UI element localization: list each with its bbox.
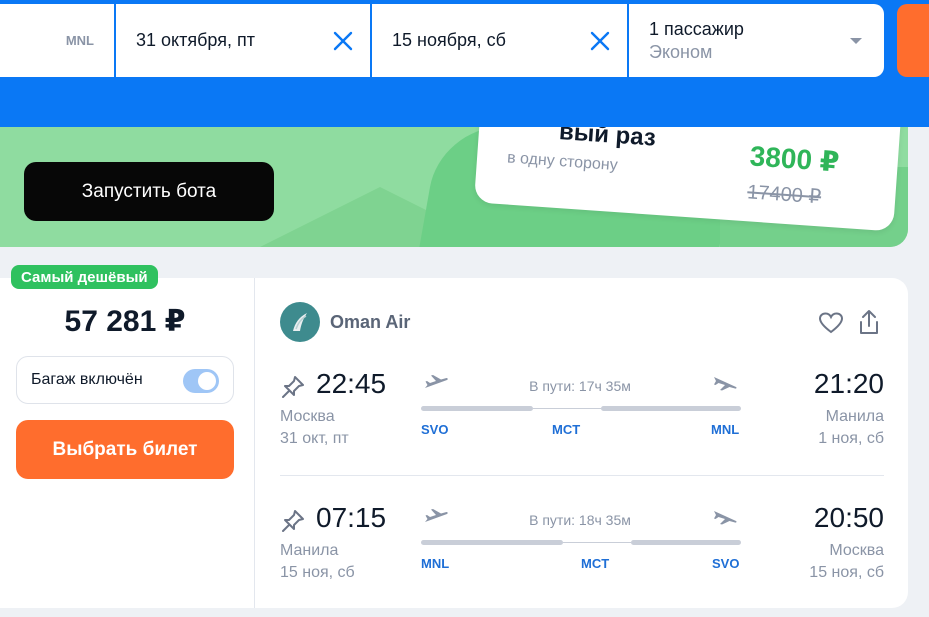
destination-field[interactable]: MNL xyxy=(0,4,116,77)
route-segment xyxy=(601,406,741,411)
return-date-value: 15 ноября, сб xyxy=(392,30,506,50)
cheapest-badge: Самый дешёвый xyxy=(11,265,158,289)
passengers-field[interactable]: 1 пассажир Эконом xyxy=(629,4,884,77)
arrival-city: Манила xyxy=(825,408,884,425)
travel-duration: В пути: 17ч 35м xyxy=(529,378,631,394)
airport-code: MNL xyxy=(711,422,740,437)
pin-icon[interactable] xyxy=(280,374,306,400)
airline-info: Oman Air xyxy=(280,302,410,342)
search-bar: MNL 31 октября, пт 15 ноября, сб 1 пасса… xyxy=(0,4,884,77)
passengers-count: 1 пассажир xyxy=(649,18,744,39)
flight-leg-outbound: 22:45 Москва 31 окт, пт В пути: 17ч 35м … xyxy=(280,366,884,466)
route-segment xyxy=(421,406,533,411)
departure-city: Москва xyxy=(280,408,335,425)
depart-date-field[interactable]: 31 октября, пт xyxy=(116,4,372,77)
airline-logo-icon xyxy=(280,302,320,342)
cabin-class: Эконом xyxy=(649,41,713,62)
clear-depart-icon[interactable] xyxy=(332,30,354,52)
promo-banner[interactable]: вый раз в одну сторону 3800 ₽ 17400 ₽ За… xyxy=(0,127,908,247)
toggle-knob xyxy=(198,372,216,390)
promo-price-new: 3800 ₽ xyxy=(748,140,841,178)
pin-icon[interactable] xyxy=(280,508,306,534)
airport-code: MCT xyxy=(581,556,610,571)
heart-icon[interactable] xyxy=(818,310,844,336)
layover-line xyxy=(563,542,631,543)
landing-icon xyxy=(714,377,737,391)
baggage-toggle-row[interactable]: Багаж включён xyxy=(16,356,234,404)
departure-time: 22:45 xyxy=(316,368,387,399)
flight-leg-return: 07:15 Манила 15 ноя, сб В пути: 18ч 35м … xyxy=(280,500,884,600)
airport-code: SVO xyxy=(712,556,740,571)
ticket-price: 57 281 ₽ xyxy=(64,305,186,338)
arrival-time: 21:20 xyxy=(813,368,884,399)
arrival-city: Москва xyxy=(829,542,884,559)
departure-date: 15 ноя, сб xyxy=(280,564,355,581)
share-icon[interactable] xyxy=(856,308,882,336)
destination-code: MNL xyxy=(65,33,94,48)
departure-time: 07:15 xyxy=(316,502,387,533)
ticket-price-panel: 57 281 ₽ Багаж включён Выбрать билет xyxy=(0,278,255,608)
departure-date: 31 окт, пт xyxy=(280,430,349,447)
airport-code: MCT xyxy=(552,422,581,437)
baggage-label: Багаж включён xyxy=(31,371,143,388)
depart-date-value: 31 октября, пт xyxy=(136,30,255,50)
arrival-date: 15 ноя, сб xyxy=(809,564,884,581)
airport-code: SVO xyxy=(421,422,449,437)
dropdown-caret-icon[interactable] xyxy=(850,38,862,44)
route-segment xyxy=(631,540,741,545)
arrival-date: 1 ноя, сб xyxy=(818,430,884,447)
search-button[interactable] xyxy=(897,4,929,77)
promo-price-old: 17400 ₽ xyxy=(746,181,822,209)
layover-line xyxy=(533,408,601,409)
promo-card-subtitle: в одну сторону xyxy=(506,149,619,175)
arrival-time: 20:50 xyxy=(813,502,884,533)
takeoff-icon xyxy=(425,509,448,522)
choose-ticket-button[interactable]: Выбрать билет xyxy=(16,420,234,479)
leg-divider xyxy=(280,475,884,476)
clear-return-icon[interactable] xyxy=(589,30,611,52)
launch-bot-button[interactable]: Запустить бота xyxy=(24,162,274,221)
landing-icon xyxy=(714,511,737,525)
airline-name: Oman Air xyxy=(330,311,411,332)
ticket-card: 57 281 ₽ Багаж включён Выбрать билет Oma… xyxy=(0,278,908,608)
promo-card-title: вый раз xyxy=(558,127,657,152)
travel-duration: В пути: 18ч 35м xyxy=(529,512,631,528)
departure-city: Манила xyxy=(280,542,339,559)
route-segment xyxy=(421,540,563,545)
takeoff-icon xyxy=(425,375,448,388)
return-date-field[interactable]: 15 ноября, сб xyxy=(372,4,629,77)
airport-code: MNL xyxy=(421,556,450,571)
baggage-toggle[interactable] xyxy=(183,369,219,393)
